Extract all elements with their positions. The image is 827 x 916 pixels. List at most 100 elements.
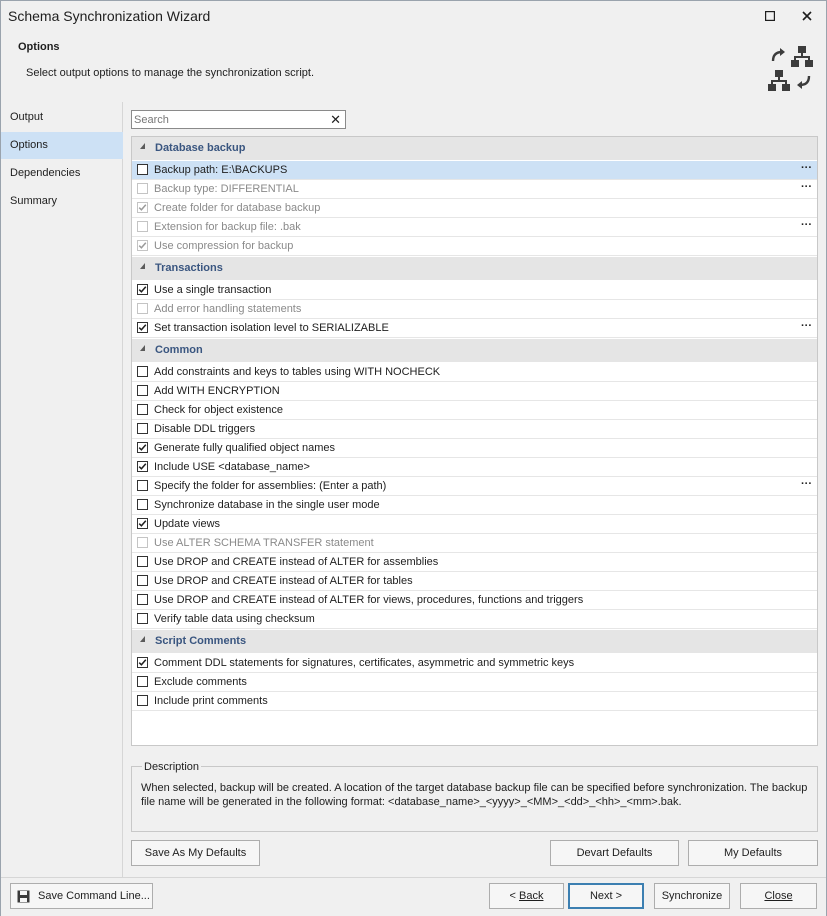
option-checkbox[interactable]	[137, 461, 148, 472]
option-checkbox[interactable]	[137, 657, 148, 668]
close-icon	[802, 11, 812, 21]
option-row[interactable]: Include print comments	[132, 692, 817, 711]
option-checkbox[interactable]	[137, 518, 148, 529]
collapse-triangle-icon[interactable]	[140, 263, 145, 269]
option-checkbox[interactable]	[137, 480, 148, 491]
description-text: When selected, backup will be created. A…	[141, 782, 808, 808]
option-row[interactable]: Synchronize database in the single user …	[132, 496, 817, 515]
option-checkbox[interactable]	[137, 385, 148, 396]
option-row[interactable]: Backup path: E:\BACKUPS ···	[132, 161, 817, 180]
option-label: Synchronize database in the single user …	[154, 499, 380, 511]
maximize-button[interactable]	[755, 5, 785, 27]
option-checkbox[interactable]	[137, 284, 148, 295]
option-row[interactable]: Add WITH ENCRYPTION	[132, 382, 817, 401]
search-input[interactable]	[134, 113, 324, 126]
option-label: Use DROP and CREATE instead of ALTER for…	[154, 594, 584, 606]
sidebar-item-output[interactable]: Output	[1, 104, 123, 131]
option-group-header[interactable]: Database backup	[132, 137, 817, 160]
page-description: Select output options to manage the sync…	[26, 67, 315, 79]
ellipsis-button[interactable]: ···	[801, 162, 812, 174]
option-row[interactable]: Check for object existence	[132, 401, 817, 420]
ellipsis-button[interactable]: ···	[801, 219, 812, 231]
option-row[interactable]: Add error handling statements	[132, 300, 817, 319]
option-group-header[interactable]: Script Comments	[132, 630, 817, 653]
option-row[interactable]: Specify the folder for assemblies: (Ente…	[132, 477, 817, 496]
title-bar: Schema Synchronization Wizard	[1, 1, 826, 31]
sidebar-item-options[interactable]: Options	[1, 132, 123, 159]
ellipsis-button[interactable]: ···	[801, 181, 812, 193]
option-checkbox[interactable]	[137, 695, 148, 706]
option-checkbox[interactable]	[137, 164, 148, 175]
option-group-label: Transactions	[155, 262, 223, 274]
option-row[interactable]: Exclude comments	[132, 673, 817, 692]
option-label: Disable DDL triggers	[154, 423, 256, 435]
option-row[interactable]: Use a single transaction	[132, 281, 817, 300]
option-row[interactable]: Verify table data using checksum	[132, 610, 817, 629]
option-group-label: Database backup	[155, 142, 246, 154]
option-checkbox	[137, 183, 148, 194]
option-checkbox[interactable]	[137, 613, 148, 624]
back-label: Back	[519, 890, 544, 902]
option-label: Add WITH ENCRYPTION	[154, 385, 280, 397]
option-row[interactable]: Use DROP and CREATE instead of ALTER for…	[132, 553, 817, 572]
option-checkbox[interactable]	[137, 575, 148, 586]
option-label: Use DROP and CREATE instead of ALTER for…	[154, 556, 439, 568]
option-group-header[interactable]: Transactions	[132, 257, 817, 280]
option-label: Create folder for database backup	[154, 202, 321, 214]
clear-icon[interactable]: ✕	[330, 112, 341, 127]
options-panel: ✕ Database backup Backup path: E:\BACKUPS…	[124, 102, 825, 877]
close-window-button[interactable]	[792, 5, 822, 27]
option-label: Add constraints and keys to tables using…	[154, 366, 441, 378]
option-row[interactable]: Backup type: DIFFERENTIAL ···	[132, 180, 817, 199]
save-as-my-defaults-button[interactable]: Save As My Defaults	[131, 840, 260, 866]
my-defaults-button[interactable]: My Defaults	[688, 840, 818, 866]
option-checkbox	[137, 537, 148, 548]
wizard-steps-sidebar: Output Options Dependencies Summary	[1, 102, 123, 877]
option-checkbox[interactable]	[137, 594, 148, 605]
option-row[interactable]: Use ALTER SCHEMA TRANSFER statement	[132, 534, 817, 553]
option-row[interactable]: Update views	[132, 515, 817, 534]
collapse-triangle-icon[interactable]	[140, 345, 145, 351]
option-checkbox[interactable]	[137, 499, 148, 510]
option-row[interactable]: Create folder for database backup	[132, 199, 817, 218]
option-row[interactable]: Disable DDL triggers	[132, 420, 817, 439]
option-row[interactable]: Use DROP and CREATE instead of ALTER for…	[132, 572, 817, 591]
save-command-line-button[interactable]: Save Command Line...	[10, 883, 153, 909]
option-row[interactable]: Use DROP and CREATE instead of ALTER for…	[132, 591, 817, 610]
collapse-triangle-icon[interactable]	[140, 636, 145, 642]
ellipsis-button[interactable]: ···	[801, 478, 812, 490]
option-checkbox[interactable]	[137, 322, 148, 333]
search-box: ✕	[131, 110, 346, 129]
option-row[interactable]: Add constraints and keys to tables using…	[132, 363, 817, 382]
wizard-window: Schema Synchronization Wizard Options Se…	[0, 0, 827, 916]
next-button[interactable]: Next >	[568, 883, 644, 909]
option-checkbox	[137, 240, 148, 251]
option-row[interactable]: Comment DDL statements for signatures, c…	[132, 654, 817, 673]
synchronize-button[interactable]: Synchronize	[654, 883, 730, 909]
option-row[interactable]: Extension for backup file: .bak ···	[132, 218, 817, 237]
option-row[interactable]: Include USE <database_name>	[132, 458, 817, 477]
sidebar-item-dependencies[interactable]: Dependencies	[1, 160, 123, 187]
option-label: Check for object existence	[154, 404, 284, 416]
option-label: Generate fully qualified object names	[154, 442, 335, 454]
devart-defaults-button[interactable]: Devart Defaults	[550, 840, 679, 866]
option-label: Use a single transaction	[154, 284, 272, 296]
ellipsis-button[interactable]: ···	[801, 320, 812, 332]
option-checkbox[interactable]	[137, 442, 148, 453]
option-label: Set transaction isolation level to SERIA…	[154, 322, 389, 334]
sidebar-item-summary[interactable]: Summary	[1, 188, 123, 215]
option-checkbox[interactable]	[137, 556, 148, 567]
option-label: Backup path: E:\BACKUPS	[154, 164, 288, 176]
option-row[interactable]: Set transaction isolation level to SERIA…	[132, 319, 817, 338]
option-row[interactable]: Generate fully qualified object names	[132, 439, 817, 458]
close-button[interactable]: Close	[740, 883, 817, 909]
option-checkbox[interactable]	[137, 404, 148, 415]
option-checkbox[interactable]	[137, 423, 148, 434]
option-checkbox[interactable]	[137, 366, 148, 377]
option-row[interactable]: Use compression for backup	[132, 237, 817, 256]
option-checkbox[interactable]	[137, 676, 148, 687]
option-label: Use DROP and CREATE instead of ALTER for…	[154, 575, 413, 587]
back-button[interactable]: < Back	[489, 883, 564, 909]
option-group-header[interactable]: Common	[132, 339, 817, 362]
collapse-triangle-icon[interactable]	[140, 143, 145, 149]
